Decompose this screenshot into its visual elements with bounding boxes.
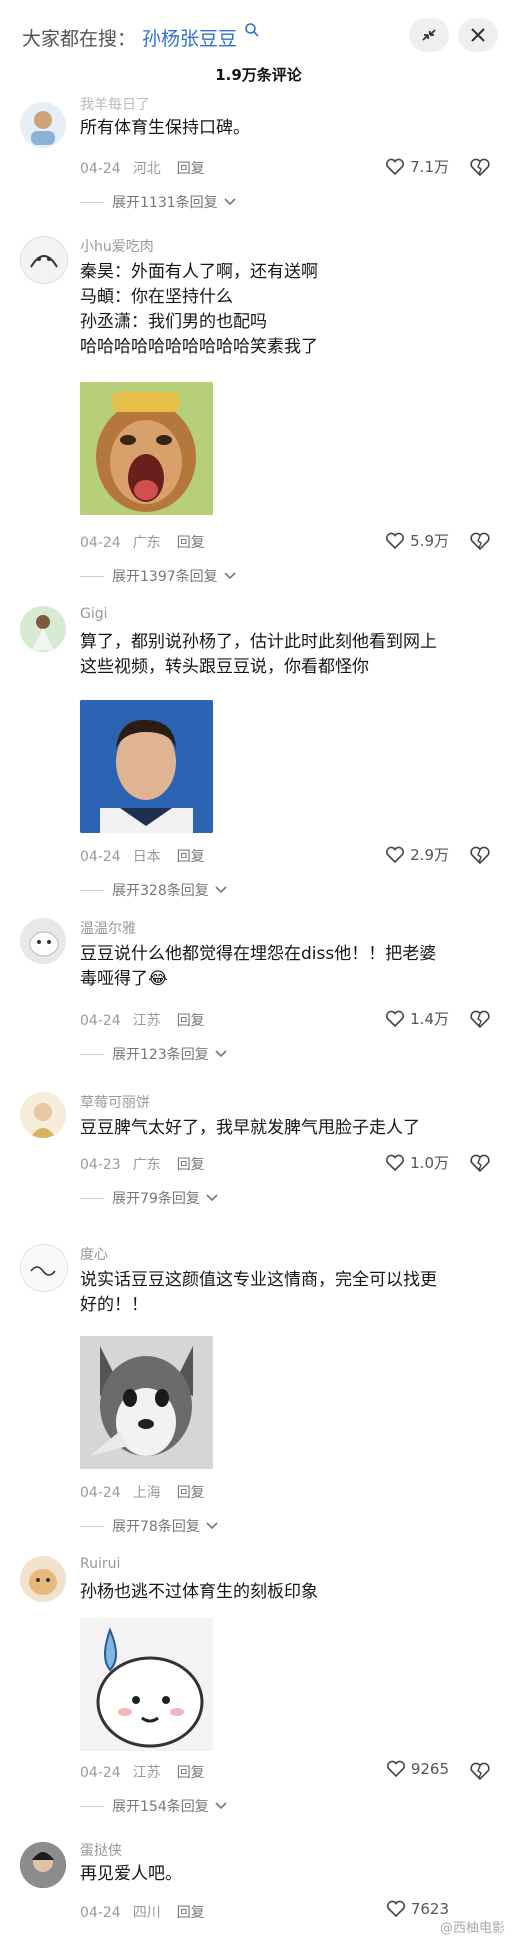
reply-button[interactable]: 回复 (177, 1485, 205, 1501)
chevron-down-icon (215, 886, 227, 894)
chevron-down-icon (206, 1194, 218, 1202)
search-icon[interactable] (244, 22, 260, 38)
comment-text: 算了，都别说孙杨了，估计此时此刻他看到网上 这些视频，转头跟豆豆说，你看都怪你 (80, 632, 437, 677)
avatar[interactable] (20, 1092, 66, 1138)
expand-replies[interactable]: 展开123条回复 (80, 1044, 227, 1064)
avatar[interactable] (20, 918, 66, 964)
dislike-icon[interactable] (469, 1761, 491, 1781)
search-label: 大家都在搜： (22, 28, 137, 50)
collapse-icon (422, 29, 436, 41)
like-button[interactable]: 7623 (386, 1900, 449, 1918)
reply-button[interactable]: 回复 (177, 1157, 205, 1173)
username[interactable]: 我羊每日了 (80, 94, 150, 114)
chevron-down-icon (224, 572, 236, 580)
comment-item: 温温尔雅 豆豆说什么他都觉得在埋怨在diss他！！把老婆 毒哑得了😂 04-24… (0, 918, 517, 1078)
comment-image-cartoon[interactable] (80, 1618, 213, 1751)
watermark: @西柚电影 (439, 1921, 505, 1936)
close-button[interactable] (458, 18, 498, 52)
comment-meta: 04-24 上海 回复 (80, 1485, 205, 1501)
like-button[interactable]: 9265 (386, 1760, 449, 1778)
avatar[interactable] (20, 1556, 66, 1602)
chevron-down-icon (215, 1050, 227, 1058)
comment-text: 所有体育生保持口碑。 (80, 118, 250, 138)
comment-item: 我羊每日了 所有体育生保持口碑。 04-24 河北 回复 7.1万 展开1131条回… (0, 97, 517, 220)
comment-text: 再见爱人吧。 (80, 1864, 182, 1884)
avatar[interactable] (20, 236, 68, 284)
comment-item: Gigi 算了，都别说孙杨了，估计此时此刻他看到网上 这些视频，转头跟豆豆说，你… (0, 606, 517, 906)
like-button[interactable]: 1.4万 (385, 1008, 449, 1029)
username[interactable]: 草莓可丽饼 (80, 1092, 150, 1112)
expand-replies[interactable]: 展开154条回复 (80, 1796, 227, 1816)
reply-button[interactable]: 回复 (177, 535, 205, 551)
dislike-icon[interactable] (469, 157, 491, 177)
expand-replies[interactable]: 展开1397条回复 (80, 566, 236, 586)
like-button[interactable]: 7.1万 (385, 156, 449, 177)
top-bar: 大家都在搜： 孙杨张豆豆 (0, 0, 517, 64)
username[interactable]: 温温尔雅 (80, 918, 136, 938)
heart-icon (386, 1154, 405, 1171)
expand-replies[interactable]: 展开79条回复 (80, 1188, 218, 1208)
reply-button[interactable]: 回复 (177, 849, 205, 865)
avatar[interactable] (20, 606, 66, 652)
comment-image-monkey[interactable] (80, 382, 213, 515)
comment-item: 草莓可丽饼 豆豆脾气太好了，我早就发脾气甩脸子走人了 04-23 广东 回复 1.0… (0, 1092, 517, 1232)
reply-button[interactable]: 回复 (177, 1905, 205, 1921)
close-icon (471, 28, 485, 42)
username[interactable]: 小hu爱吃肉 (80, 236, 154, 256)
chevron-down-icon (224, 198, 236, 206)
dislike-icon[interactable] (469, 531, 491, 551)
comment-meta: 04-24 江苏 回复 (80, 1765, 205, 1781)
reply-button[interactable]: 回复 (177, 1765, 205, 1781)
comment-text: 秦昊：外面有人了啊，还有送啊 马頔：你在坚持什么 孙丞潇：我们男的也配吗 哈哈哈… (80, 262, 318, 357)
heart-icon (386, 846, 405, 863)
comment-meta: 04-24 日本 回复 (80, 849, 205, 865)
expand-replies[interactable]: 展开328条回复 (80, 880, 227, 900)
heart-icon (386, 158, 405, 175)
dislike-icon[interactable] (469, 845, 491, 865)
like-button[interactable]: 2.9万 (385, 844, 449, 865)
comment-text: 豆豆脾气太好了，我早就发脾气甩脸子走人了 (80, 1118, 420, 1138)
comment-text: 豆豆说什么他都觉得在埋怨在diss他！！把老婆 毒哑得了😂 (80, 944, 437, 989)
expand-replies[interactable]: 展开1131条回复 (80, 192, 236, 212)
comment-image-man[interactable] (80, 700, 213, 833)
heart-icon (386, 1900, 405, 1918)
username[interactable]: Gigi (80, 606, 108, 622)
dislike-icon[interactable] (469, 1009, 491, 1029)
username[interactable]: 蛋挞侠 (80, 1840, 122, 1860)
comment-count-title: 1.9万条评论 (215, 66, 302, 84)
collapse-button[interactable] (409, 18, 449, 52)
comment-item: 度心 说实话豆豆这颜值这专业这情商，完全可以找更 好的！！ 04-24 上海 回复 … (0, 1244, 517, 1544)
avatar[interactable] (20, 1244, 68, 1292)
comment-meta: 04-24 河北 回复 (80, 161, 205, 177)
comment-image-husky[interactable] (80, 1336, 213, 1469)
expand-replies[interactable]: 展开78条回复 (80, 1516, 218, 1536)
heart-icon (386, 1760, 405, 1778)
like-button[interactable]: 5.9万 (385, 530, 449, 551)
chevron-down-icon (206, 1522, 218, 1530)
search-term-link[interactable]: 孙杨张豆豆 (142, 24, 237, 51)
avatar[interactable] (20, 102, 66, 148)
chevron-down-icon (215, 1802, 227, 1810)
username[interactable]: Ruirui (80, 1556, 120, 1572)
dislike-icon[interactable] (469, 1153, 491, 1173)
reply-button[interactable]: 回复 (177, 161, 205, 177)
reply-button[interactable]: 回复 (177, 1013, 205, 1029)
comment-text: 孙杨也逃不过体育生的刻板印象 (80, 1582, 318, 1602)
comment-meta: 04-24 江苏 回复 (80, 1013, 205, 1029)
avatar[interactable] (20, 1842, 66, 1888)
username[interactable]: 度心 (80, 1244, 108, 1264)
comment-meta: 04-23 广东 回复 (80, 1157, 205, 1173)
heart-icon (386, 1010, 405, 1027)
heart-icon (386, 532, 405, 549)
like-button[interactable]: 1.0万 (385, 1152, 449, 1173)
comment-meta: 04-24 广东 回复 (80, 535, 205, 551)
comment-item: Ruirui 孙杨也逃不过体育生的刻板印象 04-24 江苏 回复 9265 展开1… (0, 1556, 517, 1846)
comment-meta: 04-24 四川 回复 (80, 1905, 205, 1921)
comment-item: 小hu爱吃肉 秦昊：外面有人了啊，还有送啊 马頔：你在坚持什么 孙丞潇：我们男的… (0, 236, 517, 596)
comment-text: 说实话豆豆这颜值这专业这情商，完全可以找更 好的！！ (80, 1270, 437, 1315)
